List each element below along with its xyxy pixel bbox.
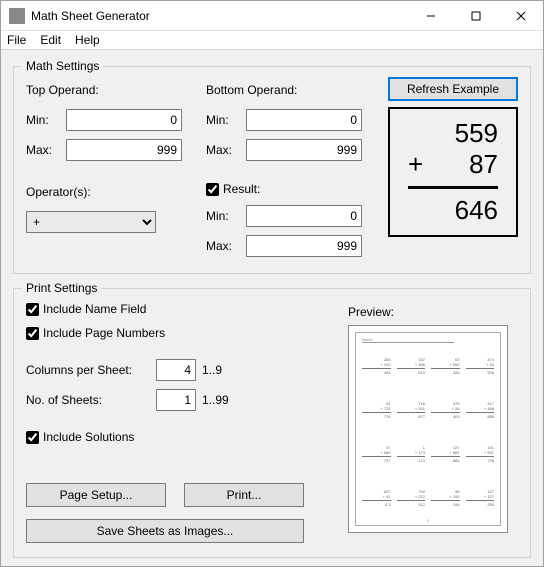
math-settings-group: Math Settings Top Operand: Min: Max: Ope… bbox=[13, 66, 531, 274]
include-solutions-checkbox[interactable] bbox=[26, 431, 39, 444]
close-button[interactable] bbox=[498, 1, 543, 31]
bottom-max-label: Max: bbox=[206, 143, 246, 157]
menu-edit[interactable]: Edit bbox=[40, 33, 61, 47]
menubar: File Edit Help bbox=[1, 31, 543, 50]
include-solutions-label: Include Solutions bbox=[43, 430, 134, 444]
operators-label: Operator(s): bbox=[26, 185, 91, 199]
menu-file[interactable]: File bbox=[7, 33, 26, 47]
titlebar: Math Sheet Generator bbox=[1, 1, 543, 31]
main-window: Math Sheet Generator File Edit Help Math… bbox=[0, 0, 544, 567]
operator-select[interactable]: + bbox=[26, 211, 156, 233]
result-min-label: Min: bbox=[206, 209, 246, 223]
sheets-hint: 1..99 bbox=[202, 393, 229, 407]
example-box: 559 + 87 646 bbox=[388, 107, 518, 237]
include-page-checkbox[interactable] bbox=[26, 327, 39, 340]
bottom-min-input[interactable] bbox=[246, 109, 362, 131]
menu-help[interactable]: Help bbox=[75, 33, 100, 47]
window-title: Math Sheet Generator bbox=[31, 9, 408, 23]
sheets-label: No. of Sheets: bbox=[26, 393, 156, 407]
preview-page: Name 283+ 120404 157+ 458615 63+ 262326 … bbox=[355, 332, 501, 526]
result-label: Result: bbox=[223, 182, 260, 196]
result-min-input[interactable] bbox=[246, 205, 362, 227]
preview-pagenum: 1 bbox=[362, 518, 494, 523]
example-bottom: 87 bbox=[469, 149, 498, 180]
minimize-button[interactable] bbox=[408, 1, 453, 31]
refresh-example-button[interactable]: Refresh Example bbox=[388, 77, 518, 101]
save-images-button[interactable]: Save Sheets as Images... bbox=[26, 519, 304, 543]
math-settings-title: Math Settings bbox=[22, 59, 103, 73]
preview-box: Name 283+ 120404 157+ 458615 63+ 262326 … bbox=[348, 325, 508, 533]
example-result: 646 bbox=[455, 195, 498, 226]
result-max-label: Max: bbox=[206, 239, 246, 253]
example-rule bbox=[408, 186, 498, 189]
result-max-input[interactable] bbox=[246, 235, 362, 257]
bottom-operand-label: Bottom Operand: bbox=[206, 83, 297, 97]
top-max-label: Max: bbox=[26, 143, 66, 157]
app-icon bbox=[9, 8, 25, 24]
print-button[interactable]: Print... bbox=[184, 483, 304, 507]
include-name-label: Include Name Field bbox=[43, 302, 146, 316]
maximize-button[interactable] bbox=[453, 1, 498, 31]
include-page-label: Include Page Numbers bbox=[43, 326, 165, 340]
page-setup-button[interactable]: Page Setup... bbox=[26, 483, 166, 507]
print-settings-group: Print Settings Include Name Field Includ… bbox=[13, 288, 531, 558]
top-max-input[interactable] bbox=[66, 139, 182, 161]
top-min-label: Min: bbox=[26, 113, 66, 127]
result-checkbox[interactable] bbox=[206, 183, 219, 196]
example-operator: + bbox=[408, 149, 423, 180]
include-name-checkbox[interactable] bbox=[26, 303, 39, 316]
top-min-input[interactable] bbox=[66, 109, 182, 131]
print-settings-title: Print Settings bbox=[22, 281, 101, 295]
columns-label: Columns per Sheet: bbox=[26, 363, 156, 377]
preview-label: Preview: bbox=[348, 305, 394, 319]
bottom-min-label: Min: bbox=[206, 113, 246, 127]
example-top: 559 bbox=[455, 118, 498, 149]
columns-input[interactable] bbox=[156, 359, 196, 381]
top-operand-label: Top Operand: bbox=[26, 83, 99, 97]
sheets-input[interactable] bbox=[156, 389, 196, 411]
preview-name-line: Name bbox=[362, 337, 454, 343]
preview-grid: 283+ 120404 157+ 458615 63+ 262326 474+ … bbox=[362, 345, 494, 518]
bottom-max-input[interactable] bbox=[246, 139, 362, 161]
columns-hint: 1..9 bbox=[202, 363, 222, 377]
